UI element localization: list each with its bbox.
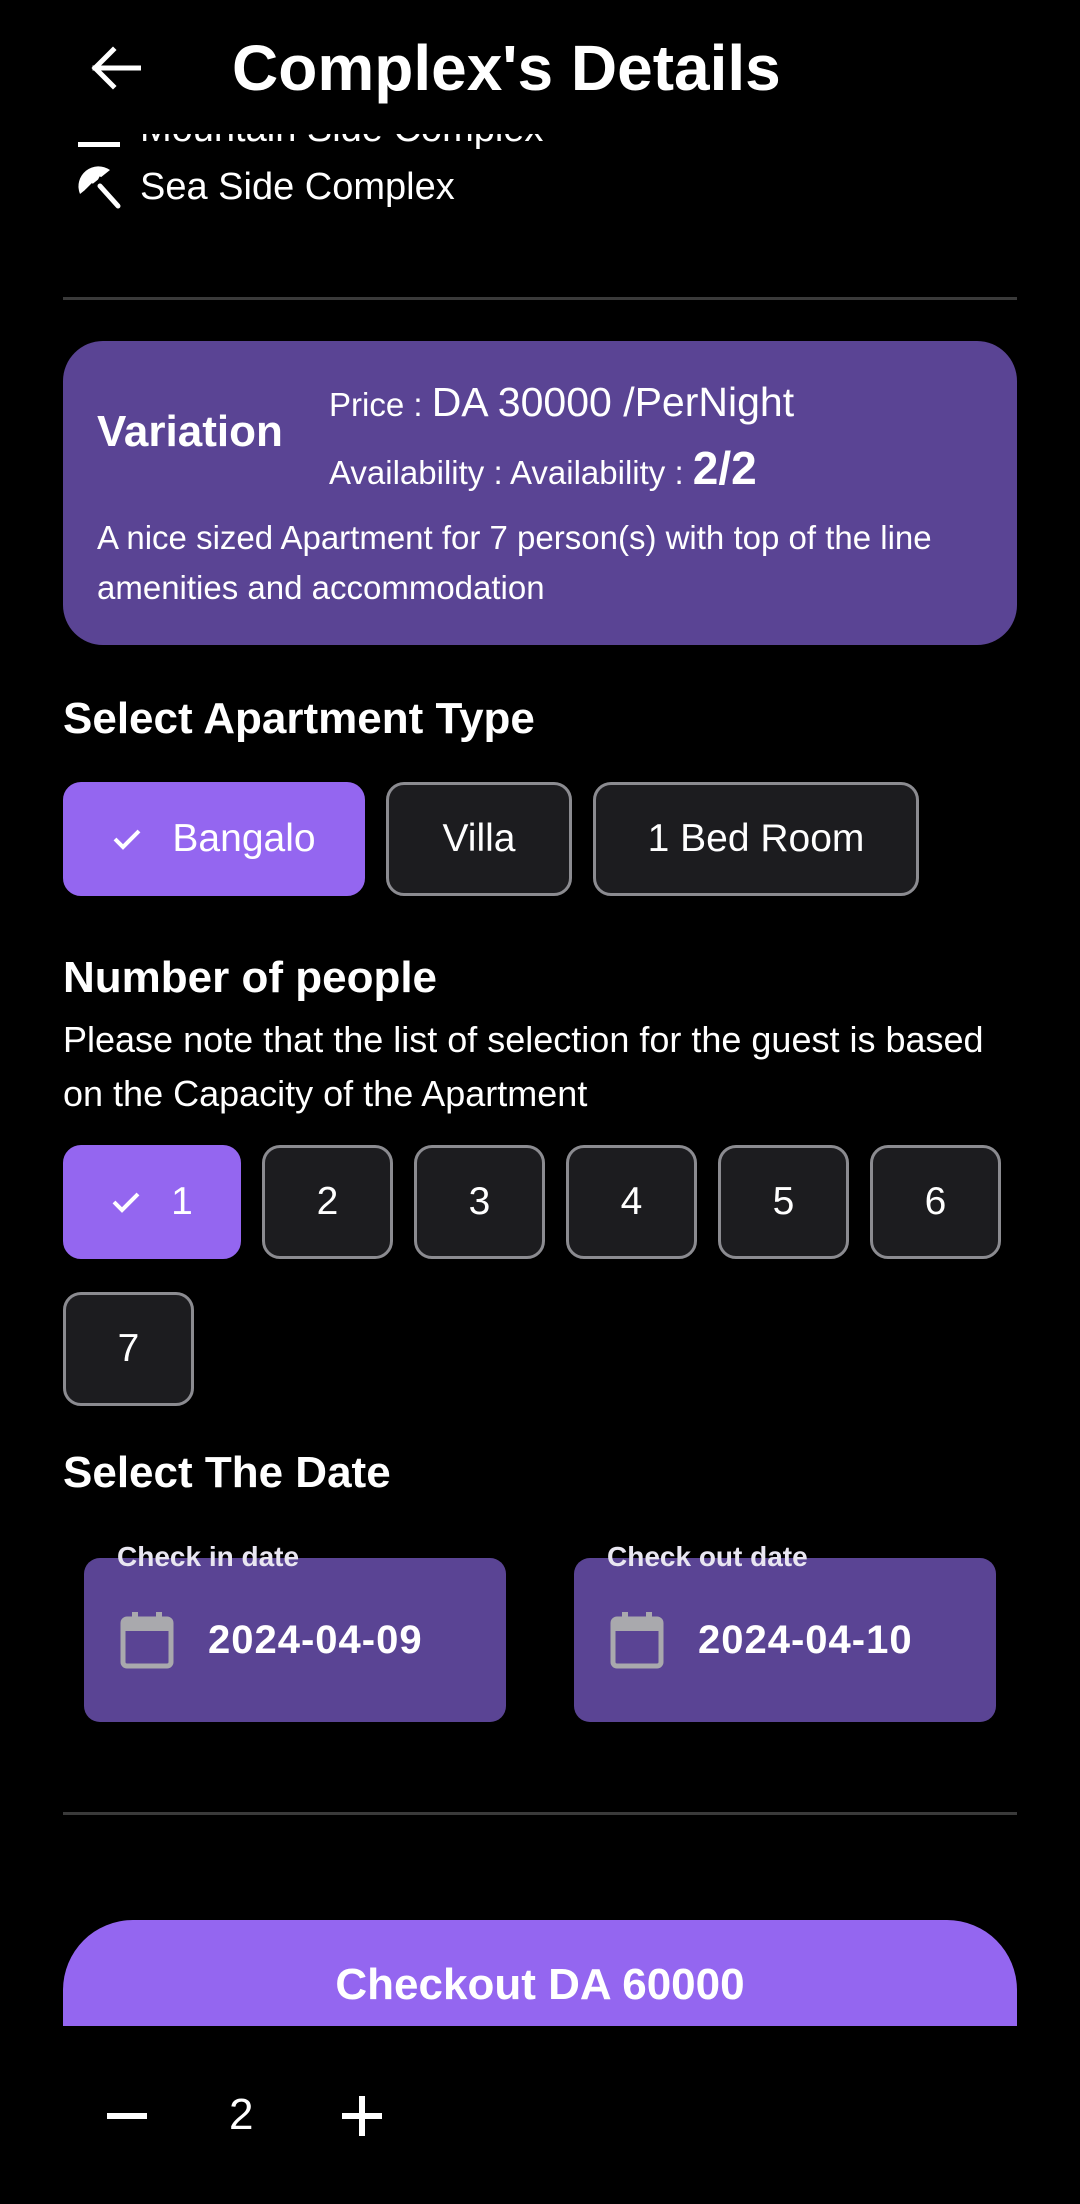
quantity-stepper: 2 <box>0 2026 1080 2204</box>
people-chip-5[interactable]: 5 <box>718 1145 849 1259</box>
people-chip-4[interactable]: 4 <box>566 1145 697 1259</box>
people-chip-1[interactable]: 1 <box>63 1145 241 1259</box>
decrement-button[interactable] <box>92 2081 162 2151</box>
apartment-type-title: Select Apartment Type <box>63 694 535 743</box>
page-title: Complex's Details <box>232 32 781 104</box>
chip-label: 1 Bed Room <box>647 817 865 860</box>
chip-label: 3 <box>468 1180 491 1223</box>
chip-label: Bangalo <box>172 817 316 860</box>
people-title: Number of people <box>63 953 438 1002</box>
people-chip-2[interactable]: 2 <box>262 1145 393 1259</box>
apartment-chip-bangalo[interactable]: Bangalo <box>63 782 365 896</box>
check-icon <box>112 827 142 851</box>
increment-button[interactable] <box>327 2081 397 2151</box>
calendar-icon <box>610 1612 664 1669</box>
apartment-chip-1-bed-room[interactable]: 1 Bed Room <box>593 782 919 896</box>
mountain-icon <box>78 142 120 147</box>
plus-icon <box>342 2096 382 2136</box>
complex-tag-label: Sea Side Complex <box>140 165 455 208</box>
complex-tag-mountain: Mountain Side Complex <box>76 134 543 152</box>
calendar-icon <box>120 1612 174 1669</box>
chip-label: Villa <box>442 817 516 860</box>
chip-label: 7 <box>117 1327 140 1370</box>
people-chip-3[interactable]: 3 <box>414 1145 545 1259</box>
check-out-field[interactable]: 2024-04-10 <box>574 1558 996 1722</box>
variation-availability: Availability : Availability : 2/2 <box>329 441 757 495</box>
divider <box>63 297 1017 300</box>
apartment-chip-villa[interactable]: Villa <box>386 782 572 896</box>
beach-umbrella-icon <box>78 166 121 209</box>
minus-icon <box>107 2113 147 2119</box>
quantity-value: 2 <box>229 2090 254 2139</box>
check-out-label: Check out date <box>607 1541 808 1572</box>
availability-prefix: Availability : Availability : <box>329 454 693 491</box>
check-icon <box>111 1190 141 1214</box>
scroll-content[interactable]: Mountain Side Complex Sea Side Complex V… <box>0 134 1080 2026</box>
complex-tag-sea: Sea Side Complex <box>76 164 455 210</box>
price-prefix: Price : <box>329 386 432 423</box>
people-chip-7[interactable]: 7 <box>63 1292 194 1406</box>
variation-card: Variation Price : DA 30000 /PerNight Ava… <box>63 341 1017 645</box>
complex-tag-label: Mountain Side Complex <box>140 134 543 151</box>
variation-description: A nice sized Apartment for 7 person(s) w… <box>97 519 932 606</box>
check-out-value: 2024-04-10 <box>698 1617 913 1662</box>
people-note: Please note that the list of selection f… <box>63 1019 984 1114</box>
check-in-label: Check in date <box>117 1541 300 1572</box>
check-in-value: 2024-04-09 <box>208 1617 423 1662</box>
date-title: Select The Date <box>63 1448 391 1497</box>
arrow-left-icon <box>91 46 141 90</box>
availability-value: 2/2 <box>692 442 757 494</box>
price-value: DA 30000 /PerNight <box>431 379 795 425</box>
chip-label: 2 <box>316 1180 339 1223</box>
divider <box>63 1812 1017 1815</box>
app-header: Complex's Details <box>0 0 1080 134</box>
chip-label: 6 <box>924 1180 947 1223</box>
variation-price: Price : DA 30000 /PerNight <box>329 379 794 426</box>
chip-label: 5 <box>772 1180 795 1223</box>
people-chip-6[interactable]: 6 <box>870 1145 1001 1259</box>
chip-label: 4 <box>620 1180 643 1223</box>
checkout-button[interactable]: Checkout DA 60000 <box>63 1920 1017 2026</box>
variation-title: Variation <box>97 407 283 456</box>
chip-label: 1 <box>171 1180 193 1223</box>
check-in-field[interactable]: 2024-04-09 <box>84 1558 506 1722</box>
back-button[interactable] <box>80 30 150 106</box>
